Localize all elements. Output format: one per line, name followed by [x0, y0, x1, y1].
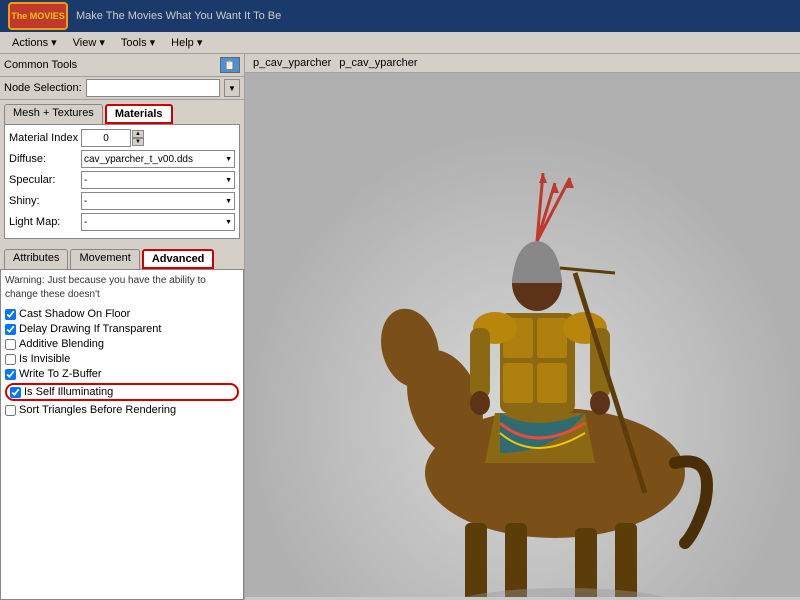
checkbox-additive-blending: Additive Blending: [5, 338, 239, 350]
menu-help[interactable]: Help ▾: [163, 34, 210, 51]
shiny-label: Shiny:: [9, 195, 81, 207]
checkbox-delay-drawing-label: Delay Drawing If Transparent: [19, 323, 161, 335]
checkbox-self-illuminating: Is Self Illuminating: [5, 383, 239, 401]
checkbox-sort-triangles: Sort Triangles Before Rendering: [5, 404, 239, 416]
material-index-row: Material Index ▲ ▼: [9, 129, 235, 147]
diffuse-row: Diffuse: cav_yparcher_t_v00.dds ▼: [9, 150, 235, 168]
app-logo: The MOVIES: [8, 2, 68, 30]
common-tools-icon[interactable]: 📋: [220, 57, 240, 73]
shiny-row: Shiny: - ▼: [9, 192, 235, 210]
tab-materials[interactable]: Materials: [105, 104, 173, 124]
diffuse-arrow: ▼: [225, 156, 232, 163]
lightmap-row: Light Map: - ▼: [9, 213, 235, 231]
specular-arrow: ▼: [225, 177, 232, 184]
viewport-header: p_cav_yparcher p_cav_yparcher: [245, 54, 800, 73]
diffuse-value: cav_yparcher_t_v00.dds: [84, 154, 193, 165]
materials-panel: Material Index ▲ ▼ Diffuse: cav_yparcher…: [0, 124, 244, 239]
warning-text: Warning: Just because you have the abili…: [5, 274, 239, 302]
checkbox-is-invisible-input[interactable]: [5, 354, 16, 365]
diffuse-label: Diffuse:: [9, 153, 81, 165]
spinner-up[interactable]: ▲: [132, 130, 144, 138]
checkbox-delay-drawing: Delay Drawing If Transparent: [5, 323, 239, 335]
lightmap-label: Light Map:: [9, 216, 81, 228]
menu-actions[interactable]: Actions ▾: [4, 34, 65, 51]
checkbox-is-invisible: Is Invisible: [5, 353, 239, 365]
viewport-label-1: p_cav_yparcher: [253, 57, 331, 69]
checkbox-write-zbuffer-label: Write To Z-Buffer: [19, 368, 102, 380]
menu-tools[interactable]: Tools ▾: [113, 34, 163, 51]
menubar: Actions ▾ View ▾ Tools ▾ Help ▾: [0, 32, 800, 54]
node-selection-dropdown[interactable]: ▼: [224, 79, 240, 97]
menu-view[interactable]: View ▾: [65, 34, 113, 51]
checkbox-list: Cast Shadow On Floor Delay Drawing If Tr…: [5, 308, 239, 416]
checkbox-self-illuminating-input[interactable]: [10, 387, 21, 398]
warrior-model: [245, 73, 800, 597]
specular-dropdown[interactable]: - ▼: [81, 171, 235, 189]
lightmap-arrow: ▼: [225, 219, 232, 226]
checkbox-cast-shadow-input[interactable]: [5, 309, 16, 320]
material-index-input[interactable]: [81, 129, 131, 147]
checkbox-sort-triangles-input[interactable]: [5, 405, 16, 416]
viewport-label-2: p_cav_yparcher: [339, 57, 417, 69]
common-tools-bar: Common Tools 📋: [0, 54, 244, 77]
common-tools-label: Common Tools: [4, 59, 77, 71]
diffuse-dropdown[interactable]: cav_yparcher_t_v00.dds ▼: [81, 150, 235, 168]
advanced-panel: Warning: Just because you have the abili…: [0, 269, 244, 600]
right-panel: p_cav_yparcher p_cav_yparcher: [245, 54, 800, 600]
checkbox-write-zbuffer: Write To Z-Buffer: [5, 368, 239, 380]
material-index-label: Material Index: [9, 132, 81, 144]
checkbox-write-zbuffer-input[interactable]: [5, 369, 16, 380]
checkbox-sort-triangles-label: Sort Triangles Before Rendering: [19, 404, 176, 416]
checkbox-additive-blending-input[interactable]: [5, 339, 16, 350]
lightmap-dropdown[interactable]: - ▼: [81, 213, 235, 231]
node-selection-row: Node Selection: ▼: [0, 77, 244, 100]
titlebar: The MOVIES Make The Movies What You Want…: [0, 0, 800, 32]
upper-tabs: Mesh + Textures Materials: [0, 100, 244, 124]
specular-label: Specular:: [9, 174, 81, 186]
checkbox-self-illuminating-label: Is Self Illuminating: [24, 386, 113, 398]
tab-mesh-textures[interactable]: Mesh + Textures: [4, 104, 103, 124]
tab-advanced[interactable]: Advanced: [142, 249, 215, 269]
spinner-down[interactable]: ▼: [132, 138, 144, 146]
checkbox-cast-shadow: Cast Shadow On Floor: [5, 308, 239, 320]
specular-value: -: [84, 175, 87, 186]
specular-row: Specular: - ▼: [9, 171, 235, 189]
checkbox-delay-drawing-input[interactable]: [5, 324, 16, 335]
checkbox-additive-blending-label: Additive Blending: [19, 338, 104, 350]
shiny-value: -: [84, 196, 87, 207]
checkbox-is-invisible-label: Is Invisible: [19, 353, 70, 365]
lightmap-value: -: [84, 217, 87, 228]
left-panel: Common Tools 📋 Node Selection: ▼ Mesh + …: [0, 54, 245, 600]
tab-attributes[interactable]: Attributes: [4, 249, 68, 269]
tab-movement[interactable]: Movement: [70, 249, 139, 269]
shiny-arrow: ▼: [225, 198, 232, 205]
main-layout: Common Tools 📋 Node Selection: ▼ Mesh + …: [0, 54, 800, 600]
material-index-spinner: ▲ ▼: [132, 130, 144, 146]
3d-viewport[interactable]: [245, 73, 800, 597]
shiny-dropdown[interactable]: - ▼: [81, 192, 235, 210]
app-tagline: Make The Movies What You Want It To Be: [76, 10, 281, 22]
lower-tabs: Attributes Movement Advanced: [0, 245, 244, 269]
logo-text: The MOVIES: [11, 11, 65, 21]
upper-tab-panel: Material Index ▲ ▼ Diffuse: cav_yparcher…: [4, 124, 240, 239]
node-selection-label: Node Selection:: [4, 82, 82, 94]
node-selection-input[interactable]: [86, 79, 220, 97]
checkbox-cast-shadow-label: Cast Shadow On Floor: [19, 308, 130, 320]
